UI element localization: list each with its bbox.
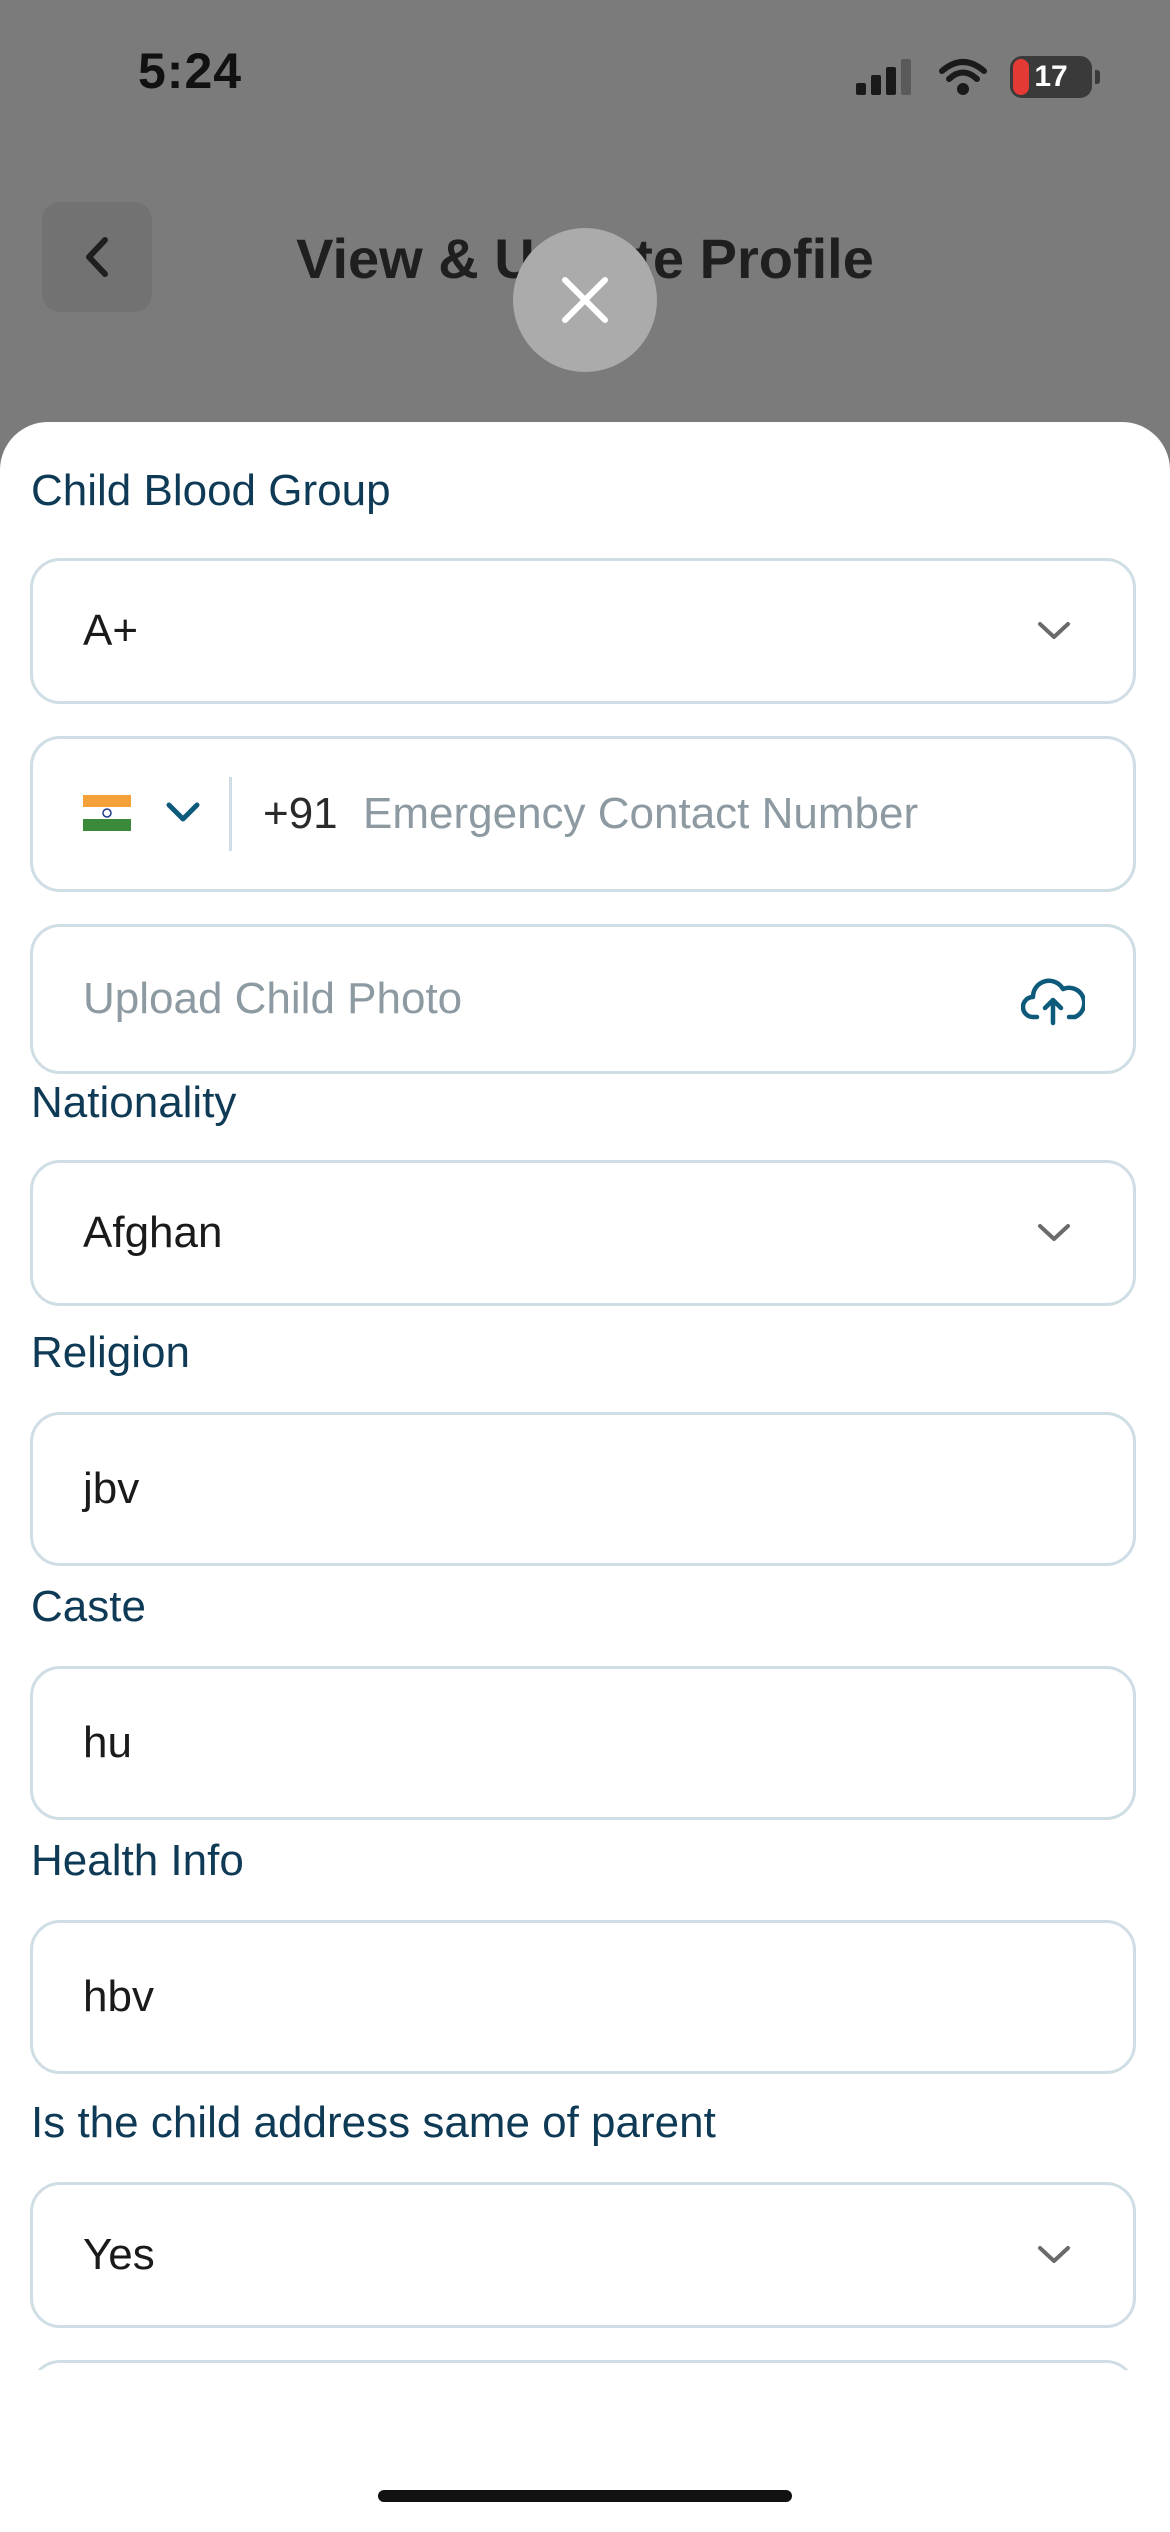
blood-group-value: A+ [83, 606, 139, 655]
country-code: +91 [263, 789, 338, 838]
india-flag-icon[interactable] [83, 795, 131, 831]
address-same-select[interactable]: Yes [30, 2182, 1136, 2328]
chevron-down-icon [1038, 2246, 1070, 2263]
country-chevron-down-icon[interactable] [165, 801, 201, 825]
emergency-contact-placeholder: Emergency Contact Number [363, 789, 919, 838]
nationality-select[interactable]: Afghan [30, 1160, 1136, 1306]
status-time: 5:24 [138, 43, 243, 99]
health-info-label: Health Info [31, 1836, 244, 1885]
religion-label: Religion [31, 1328, 190, 1377]
close-icon [562, 277, 608, 323]
battery-level: 17 [1034, 60, 1068, 93]
bottom-sheet: Child Blood Group A+ +91 Emergency Conta… [0, 422, 1170, 2532]
status-icons: 17 [854, 52, 1100, 102]
religion-input[interactable]: jbv [30, 1412, 1136, 1566]
religion-value: jbv [83, 1464, 140, 1513]
chevron-down-icon [1038, 622, 1070, 639]
nationality-value: Afghan [83, 1208, 223, 1257]
caste-label: Caste [31, 1582, 146, 1631]
upload-photo-field[interactable]: Upload Child Photo [30, 924, 1136, 1074]
health-info-input[interactable]: hbv [30, 1920, 1136, 2074]
battery-icon: 17 [1010, 56, 1100, 98]
caste-value: hu [83, 1718, 132, 1767]
nationality-label: Nationality [31, 1078, 237, 1127]
blood-group-select[interactable]: A+ [30, 558, 1136, 704]
bottom-fade [0, 2370, 1170, 2532]
home-indicator [378, 2490, 792, 2502]
blood-group-label: Child Blood Group [31, 466, 391, 515]
health-info-value: hbv [83, 1972, 154, 2021]
cloud-upload-icon[interactable] [1021, 973, 1085, 1029]
upload-photo-placeholder: Upload Child Photo [83, 974, 463, 1023]
chevron-down-icon [1038, 1224, 1070, 1241]
signal-icon [856, 59, 911, 95]
address-same-value: Yes [83, 2230, 155, 2279]
wifi-icon [939, 59, 987, 95]
divider [229, 777, 232, 851]
address-same-label: Is the child address same of parent [31, 2098, 716, 2147]
caste-input[interactable]: hu [30, 1666, 1136, 1820]
close-button[interactable] [513, 228, 657, 372]
emergency-contact-field[interactable]: +91 Emergency Contact Number [30, 736, 1136, 892]
